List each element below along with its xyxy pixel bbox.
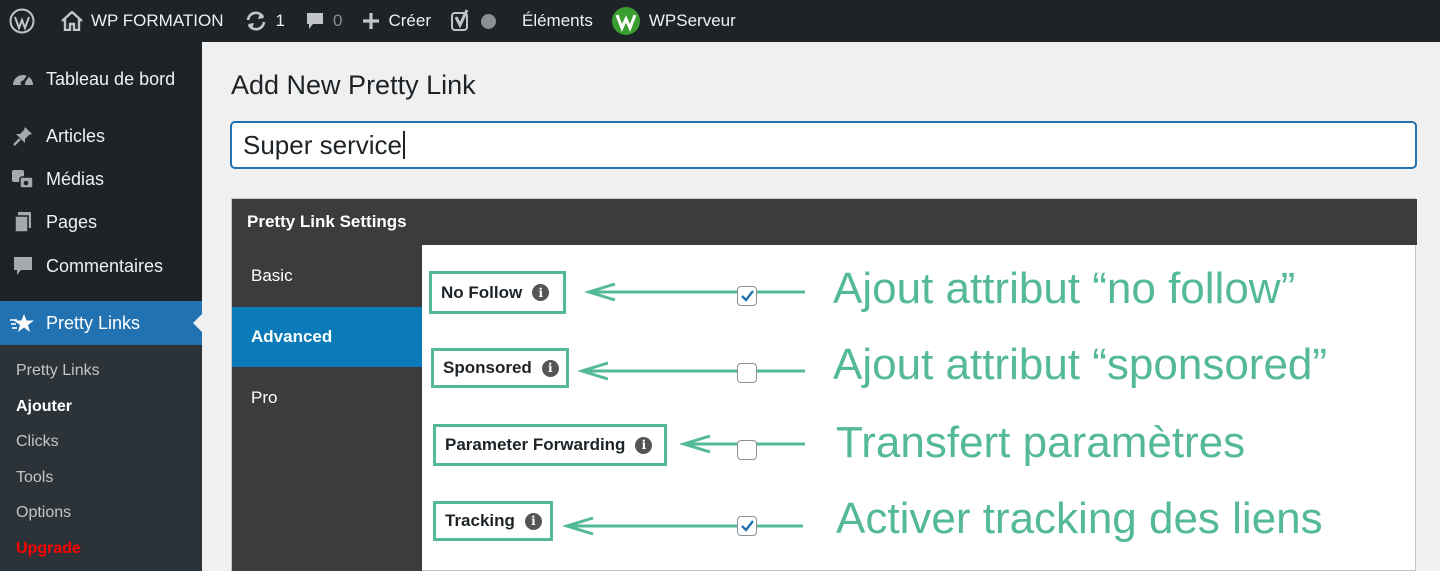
arrow-icon [585,282,805,302]
comment-icon [307,13,323,29]
link-title-value: Super service [243,129,402,160]
site-name: WP FORMATION [91,11,224,30]
submenu-item-pretty-links[interactable]: Pretty Links [16,362,100,380]
home-icon [61,11,83,31]
tab-basic[interactable]: Basic [232,246,422,306]
text-caret [402,131,405,159]
plus-icon [363,13,380,29]
updates-link[interactable]: 1 [234,0,295,42]
submenu-item-upgrade[interactable]: Upgrade [16,540,81,558]
option-label: Parameter Forwarding [445,435,626,454]
new-content-link[interactable]: Créer [352,0,441,42]
pretty-links-submenu: Pretty Links Ajouter Clicks Tools Option… [0,345,202,571]
annotation-parameter-forwarding: Transfert paramètres [836,418,1246,467]
elements-link[interactable]: Éléments [506,0,603,42]
sidebar-item-articles[interactable]: Articles [0,116,202,156]
sidebar-item-label: Médias [46,168,105,189]
arrow-icon [563,516,803,536]
submenu-item-clicks[interactable]: Clicks [16,433,59,451]
yoast-icon [450,9,469,31]
new-label: Créer [388,11,431,30]
submenu-item-tools[interactable]: Tools [16,469,53,487]
tab-pro[interactable]: Pro [232,368,422,428]
seo-status-dot-icon [480,13,496,29]
sidebar-item-label: Pages [46,211,98,232]
option-label: Sponsored [443,358,532,377]
checkmark-icon [741,520,754,532]
pin-icon [10,123,36,149]
dashboard-icon [10,66,36,92]
sidebar-item-label: Commentaires [46,255,164,276]
comments-count: 0 [333,11,343,30]
parameter-forwarding-checkbox[interactable] [737,440,757,460]
wpserveur-link[interactable]: WPServeur [603,0,746,42]
wpserveur-logo-icon [611,7,640,35]
comments-link[interactable]: 0 [295,0,352,42]
sponsored-checkbox[interactable] [737,363,757,383]
pages-icon [10,209,36,235]
star-icon [10,310,36,336]
admin-sidebar: Tableau de bord Articles Médias Pages Co… [0,42,202,571]
sidebar-item-pages[interactable]: Pages [0,202,202,242]
info-icon[interactable]: i [635,436,653,454]
comment-icon [10,253,36,279]
sidebar-item-label: Articles [46,125,106,146]
tracking-checkbox[interactable] [737,516,757,536]
checkmark-icon [741,290,754,302]
sidebar-item-pretty-links[interactable]: Pretty Links [0,301,202,345]
sidebar-item-label: Tableau de bord [46,68,176,89]
refresh-icon [246,11,265,31]
sidebar-item-commentaires[interactable]: Commentaires [0,246,202,286]
option-sponsored: Sponsored i [431,348,569,388]
page-title: Add New Pretty Link [231,70,476,100]
info-icon[interactable]: i [524,512,542,530]
arrow-icon [578,361,805,381]
option-parameter-forwarding: Parameter Forwarding i [433,424,667,466]
option-label: Tracking [445,511,515,530]
site-name-link[interactable]: WP FORMATION [45,0,234,42]
submenu-item-options[interactable]: Options [16,504,71,522]
settings-tabs: Basic Advanced Pro [232,245,422,571]
sidebar-item-medias[interactable]: Médias [0,159,202,199]
option-tracking: Tracking i [433,501,553,541]
option-no-follow: No Follow i [429,271,566,314]
sidebar-item-label: Pretty Links [46,312,141,333]
no-follow-checkbox[interactable] [737,286,757,306]
annotation-tracking: Activer tracking des liens [836,494,1323,543]
link-title-input[interactable]: Super service [230,121,1417,169]
elements-label: Éléments [521,11,593,30]
annotation-sponsored: Ajout attribut “sponsored” [833,340,1328,389]
submenu-item-ajouter[interactable]: Ajouter [16,398,72,416]
yoast-link[interactable] [441,0,506,42]
admin-bar: WP FORMATION 1 0 Créer Éléments WPServeu… [0,0,1440,42]
info-icon[interactable]: i [541,359,559,377]
annotation-no-follow: Ajout attribut “no follow” [833,264,1296,313]
sidebar-item-dashboard[interactable]: Tableau de bord [0,59,202,99]
panel-title: Pretty Link Settings [232,199,1417,245]
wpserveur-label: WPServeur [648,11,736,30]
option-label: No Follow [441,282,523,302]
updates-count: 1 [275,11,285,30]
wordpress-icon [9,8,35,34]
wordpress-logo-button[interactable] [0,0,45,42]
info-icon[interactable]: i [532,284,550,301]
current-menu-indicator [193,314,202,332]
media-icon [10,166,36,192]
tab-advanced[interactable]: Advanced [232,307,422,367]
